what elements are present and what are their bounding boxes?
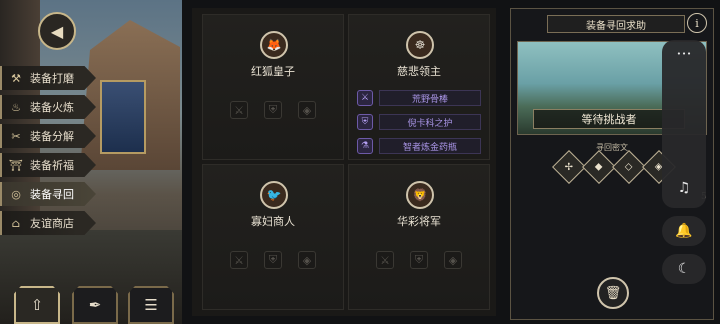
avatar: 🐦 <box>260 181 288 209</box>
boss-name: 慈悲领主 <box>397 65 441 78</box>
feather-icon: ✒ <box>88 296 102 314</box>
accessory-slot-icon: ◈ <box>298 251 316 269</box>
panel-title: 装备寻回求助 <box>547 15 685 33</box>
boss-panel: 🦊 红狐皇子 ⚔ ⛨ ◈ ☸ 慈悲领主 ⚔ 荒野骨棒 ⛨ 倪卡科之护 ⚗ 智者炼… <box>192 8 496 316</box>
equipment-slots: ⚔ ⛨ ◈ <box>349 251 489 269</box>
boss-name: 寡妇商人 <box>251 215 295 228</box>
trash-icon: 🗑 <box>604 285 622 301</box>
hammer-icon: ⚒ <box>11 71 21 85</box>
accessory-slot-icon: ◈ <box>444 251 462 269</box>
weapon-slot-icon: ⚔ <box>376 251 394 269</box>
music-icon[interactable]: ♫ <box>662 180 706 196</box>
menu-item-label: 装备打磨 <box>30 72 74 85</box>
armor-icon: ⛨ <box>357 114 373 130</box>
avatar: ☸ <box>406 31 434 59</box>
equipment-item[interactable]: ⛨ 倪卡科之护 <box>357 113 481 131</box>
armor-slot-icon: ⛨ <box>410 251 428 269</box>
flame-icon: ♨ <box>11 100 21 114</box>
menu-item-bless[interactable]: ⛩ 装备祈福 <box>0 153 96 177</box>
more-icon[interactable]: ··· <box>662 44 706 63</box>
moon-icon: ☾ <box>677 261 691 277</box>
rune-slot[interactable]: ◇ <box>612 150 646 184</box>
upload-button[interactable]: ⇧ <box>14 286 60 324</box>
boss-name: 红狐皇子 <box>251 65 295 78</box>
boss-card-mercy-lord[interactable]: ☸ 慈悲领主 ⚔ 荒野骨棒 ⛨ 倪卡科之护 ⚗ 智者炼金药瓶 <box>348 14 490 160</box>
floating-toolbar: ··· ♫ <box>662 40 706 208</box>
bell-icon: 🔔 <box>675 223 693 239</box>
menu-item-label: 装备火炼 <box>30 101 74 114</box>
boss-card-widow-merchant[interactable]: 🐦 寡妇商人 ⚔ ⛨ ◈ <box>202 164 344 310</box>
weapon-slot-icon: ⚔ <box>230 101 248 119</box>
boss-card-colorful-general[interactable]: 🦁 华彩将军 ⚔ ⛨ ◈ <box>348 164 490 310</box>
menu-item-label: 友谊商店 <box>30 217 74 230</box>
menu-item-label: 装备分解 <box>30 130 74 143</box>
info-icon[interactable]: i <box>687 13 707 33</box>
back-button[interactable]: ◀ <box>38 12 76 50</box>
shrine-icon: ⛩ <box>9 158 23 172</box>
menu-item-polish[interactable]: ⚒ 装备打磨 <box>0 66 96 90</box>
armor-slot-icon: ⛨ <box>264 251 282 269</box>
trash-button[interactable]: 🗑 <box>597 277 629 309</box>
accessory-slot-icon: ◈ <box>298 101 316 119</box>
upload-icon: ⇧ <box>30 296 44 314</box>
cipher-runes: ✢ ◆ ◇ ◈ <box>552 150 676 184</box>
side-menu: ⚒ 装备打磨 ♨ 装备火炼 ✂ 装备分解 ⛩ 装备祈福 ◎ 装备寻回 ⌂ 友谊商… <box>0 66 96 240</box>
menu-item-label: 装备寻回 <box>30 188 74 201</box>
equipment-slots: ⚔ ⛨ ◈ <box>203 251 343 269</box>
potion-icon: ⚗ <box>357 138 373 154</box>
list-icon: ☰ <box>144 296 158 314</box>
rune-glyph-icon: ✢ <box>564 161 574 173</box>
menu-item-label: 装备祈福 <box>30 159 74 172</box>
weapon-slot-icon: ⚔ <box>230 251 248 269</box>
club-icon: ⚔ <box>357 90 373 106</box>
menu-item-fire[interactable]: ♨ 装备火炼 <box>0 95 96 119</box>
rune-slot[interactable]: ◆ <box>582 150 616 184</box>
back-arrow-icon: ◀ <box>50 21 64 41</box>
bell-button[interactable]: 🔔 <box>662 216 706 246</box>
equipment-slots: ⚔ ⛨ ◈ <box>203 101 343 119</box>
menu-item-decompose[interactable]: ✂ 装备分解 <box>0 124 96 148</box>
menu-item-shop[interactable]: ⌂ 友谊商店 <box>0 211 96 235</box>
equipment-item[interactable]: ⚗ 智者炼金药瓶 <box>357 137 481 155</box>
list-button[interactable]: ☰ <box>128 286 174 324</box>
rune-glyph-icon: ◇ <box>625 161 633 173</box>
armor-slot-icon: ⛨ <box>264 101 282 119</box>
boss-card-red-fox[interactable]: 🦊 红狐皇子 ⚔ ⛨ ◈ <box>202 14 344 160</box>
night-mode-button[interactable]: ☾ <box>662 254 706 284</box>
avatar: 🦊 <box>260 31 288 59</box>
equipment-list: ⚔ 荒野骨棒 ⛨ 倪卡科之护 ⚗ 智者炼金药瓶 <box>357 89 481 161</box>
banner-illustration <box>100 80 146 154</box>
split-icon: ✂ <box>11 129 21 143</box>
shop-icon: ⌂ <box>11 216 21 230</box>
avatar: 🦁 <box>406 181 434 209</box>
retrieve-icon: ◎ <box>11 187 21 201</box>
equipment-item[interactable]: ⚔ 荒野骨棒 <box>357 89 481 107</box>
menu-item-retrieve[interactable]: ◎ 装备寻回 <box>0 182 96 206</box>
rune-glyph-icon: ◆ <box>595 161 603 173</box>
rune-slot[interactable]: ✢ <box>552 150 586 184</box>
boss-name: 华彩将军 <box>397 215 441 228</box>
feather-button[interactable]: ✒ <box>72 286 118 324</box>
